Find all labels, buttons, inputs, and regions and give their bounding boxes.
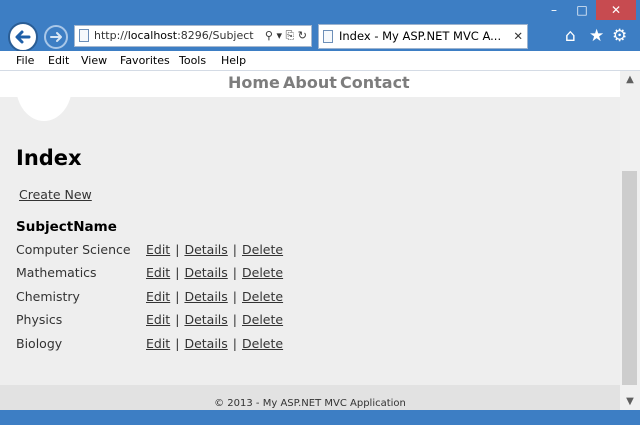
nav-home[interactable]: Home bbox=[228, 73, 280, 92]
page-title: Index bbox=[16, 146, 82, 170]
forward-arrow-icon bbox=[50, 32, 62, 42]
scroll-down-icon[interactable]: ▼ bbox=[620, 393, 640, 410]
home-icon[interactable]: ⌂ bbox=[565, 26, 576, 46]
separator: | bbox=[175, 289, 180, 304]
tab-title: Index - My ASP.NET MVC A... bbox=[339, 29, 502, 43]
menu-edit[interactable]: Edit bbox=[48, 51, 69, 70]
subject-name: Biology bbox=[16, 336, 63, 351]
menu-file[interactable]: File bbox=[16, 51, 34, 70]
separator: | bbox=[232, 265, 237, 280]
table-row: Chemistry Edit | Details | Delete bbox=[16, 289, 336, 309]
separator: | bbox=[232, 336, 237, 351]
edit-link[interactable]: Edit bbox=[146, 289, 170, 304]
minimize-button[interactable]: – bbox=[540, 0, 568, 20]
title-bar: – □ ✕ bbox=[0, 0, 640, 22]
address-tools-icons[interactable]: ⚲ ▾ ⎘ ↻ bbox=[265, 26, 307, 46]
delete-link[interactable]: Delete bbox=[242, 265, 283, 280]
vertical-scrollbar[interactable]: ▲ ▼ bbox=[620, 71, 640, 410]
close-button[interactable]: ✕ bbox=[596, 0, 636, 20]
edit-link[interactable]: Edit bbox=[146, 242, 170, 257]
delete-link[interactable]: Delete bbox=[242, 242, 283, 257]
delete-link[interactable]: Delete bbox=[242, 312, 283, 327]
separator: | bbox=[232, 312, 237, 327]
address-bar[interactable]: http://localhost:8296/Subject ⚲ ▾ ⎘ ↻ bbox=[74, 25, 312, 47]
table-row: Biology Edit | Details | Delete bbox=[16, 336, 336, 356]
site-logo bbox=[16, 71, 72, 121]
tab-close-icon[interactable]: ✕ bbox=[513, 25, 523, 48]
menu-help[interactable]: Help bbox=[221, 51, 246, 70]
separator: | bbox=[175, 242, 180, 257]
table-row: Physics Edit | Details | Delete bbox=[16, 312, 336, 332]
back-arrow-icon bbox=[15, 30, 31, 44]
site-footer: © 2013 - My ASP.NET MVC Application bbox=[0, 385, 620, 410]
delete-link[interactable]: Delete bbox=[242, 289, 283, 304]
details-link[interactable]: Details bbox=[184, 265, 227, 280]
edit-link[interactable]: Edit bbox=[146, 312, 170, 327]
browser-toolbar: http://localhost:8296/Subject ⚲ ▾ ⎘ ↻ In… bbox=[0, 22, 640, 52]
scroll-thumb[interactable] bbox=[622, 171, 637, 385]
subject-name: Mathematics bbox=[16, 265, 97, 280]
details-link[interactable]: Details bbox=[184, 312, 227, 327]
footer-copyright: © 2013 - My ASP.NET MVC Application bbox=[214, 398, 406, 409]
create-new-link[interactable]: Create New bbox=[19, 187, 92, 202]
forward-button[interactable] bbox=[44, 25, 68, 49]
details-link[interactable]: Details bbox=[184, 242, 227, 257]
page-viewport: Home About Contact Index Create New Subj… bbox=[0, 71, 620, 410]
details-link[interactable]: Details bbox=[184, 289, 227, 304]
delete-link[interactable]: Delete bbox=[242, 336, 283, 351]
site-header: Home About Contact bbox=[0, 71, 620, 97]
address-url[interactable]: http://localhost:8296/Subject bbox=[94, 26, 254, 46]
browser-tab[interactable]: Index - My ASP.NET MVC A... ✕ bbox=[318, 24, 528, 49]
menu-tools[interactable]: Tools bbox=[179, 51, 206, 70]
separator: | bbox=[175, 312, 180, 327]
window-bottom-frame bbox=[0, 410, 640, 425]
edit-link[interactable]: Edit bbox=[146, 336, 170, 351]
scroll-up-icon[interactable]: ▲ bbox=[620, 71, 640, 88]
table-row: Computer Science Edit | Details | Delete bbox=[16, 242, 336, 262]
nav-about[interactable]: About bbox=[283, 73, 337, 92]
separator: | bbox=[232, 242, 237, 257]
separator: | bbox=[232, 289, 237, 304]
separator: | bbox=[175, 336, 180, 351]
subject-name: Chemistry bbox=[16, 289, 80, 304]
favorites-star-icon[interactable]: ★ bbox=[589, 26, 604, 46]
edit-link[interactable]: Edit bbox=[146, 265, 170, 280]
back-button[interactable] bbox=[8, 22, 38, 52]
settings-gear-icon[interactable]: ⚙ bbox=[612, 26, 627, 46]
table-row: Mathematics Edit | Details | Delete bbox=[16, 265, 336, 285]
menu-view[interactable]: View bbox=[81, 51, 107, 70]
subject-name: Physics bbox=[16, 312, 63, 327]
column-header-subjectname: SubjectName bbox=[16, 219, 117, 235]
nav-contact[interactable]: Contact bbox=[340, 73, 410, 92]
details-link[interactable]: Details bbox=[184, 336, 227, 351]
separator: | bbox=[175, 265, 180, 280]
subject-name: Computer Science bbox=[16, 242, 131, 257]
menu-favorites[interactable]: Favorites bbox=[120, 51, 170, 70]
page-icon bbox=[79, 29, 89, 42]
maximize-button[interactable]: □ bbox=[568, 0, 596, 20]
menu-bar: File Edit View Favorites Tools Help bbox=[0, 51, 640, 71]
tab-page-icon bbox=[323, 30, 333, 43]
